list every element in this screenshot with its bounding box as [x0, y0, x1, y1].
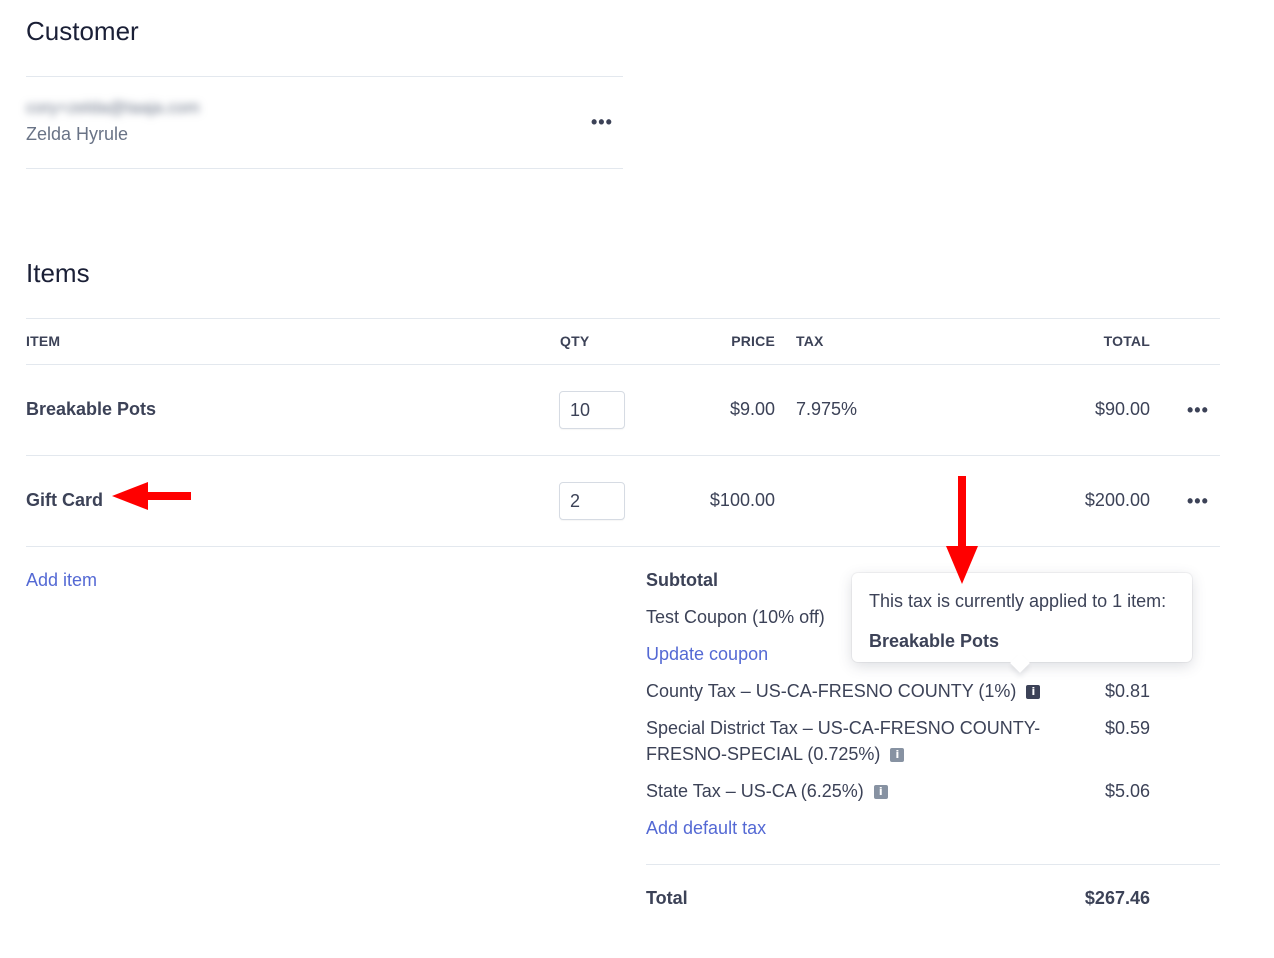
line-item-more-button[interactable]: ••• — [1187, 401, 1209, 419]
items-header-divider — [26, 364, 1220, 365]
customer-name: Zelda Hyrule — [26, 124, 129, 144]
quantity-input[interactable] — [559, 391, 625, 429]
customer-divider-top — [26, 76, 623, 77]
line-item-tax: 7.975% — [796, 399, 858, 419]
items-divider-top — [26, 318, 1220, 319]
quantity-input[interactable] — [559, 482, 625, 520]
county-tax-amount: $0.81 — [1104, 681, 1150, 701]
state-tax-label: State Tax – US-CA (6.25%) — [646, 781, 864, 801]
left-arrow-icon — [112, 482, 191, 510]
county-tax-label: County Tax – US-CA-FRESNO COUNTY (1%) — [646, 681, 1017, 701]
special-district-tax-row: FRESNO-SPECIAL (0.725%) i — [646, 744, 905, 765]
column-header-total: TOTAL — [1103, 333, 1150, 349]
line-item-more-button[interactable]: ••• — [1187, 492, 1209, 510]
row-divider — [26, 455, 1220, 456]
state-tax-row: State Tax – US-CA (6.25%) i — [646, 781, 888, 802]
tooltip-item-name: Breakable Pots — [869, 631, 1000, 651]
info-icon[interactable]: i — [873, 785, 888, 799]
column-header-price: PRICE — [731, 333, 775, 349]
info-icon[interactable]: i — [890, 748, 905, 762]
add-item-link[interactable]: Add item — [26, 570, 97, 591]
summary-divider — [646, 864, 1220, 865]
column-header-item: ITEM — [26, 333, 61, 349]
special-district-tax-amount: $0.59 — [1104, 718, 1150, 738]
subtotal-label: Subtotal — [646, 570, 718, 590]
items-heading: Items — [26, 258, 90, 288]
total-value: $267.46 — [1084, 888, 1150, 908]
special-district-tax-label-line1: Special District Tax – US-CA-FRESNO COUN… — [646, 718, 1041, 738]
special-district-tax-label-line2: FRESNO-SPECIAL (0.725%) — [646, 744, 881, 764]
add-default-tax-link[interactable]: Add default tax — [646, 818, 766, 839]
items-divider-bottom — [26, 546, 1220, 547]
customer-heading: Customer — [26, 16, 139, 46]
line-item-name: Gift Card — [26, 490, 104, 510]
state-tax-amount: $5.06 — [1104, 781, 1150, 801]
line-item-total: $200.00 — [1084, 490, 1150, 510]
column-header-qty: QTY — [560, 333, 590, 349]
info-icon[interactable]: i — [1026, 685, 1041, 699]
line-item-price: $100.00 — [709, 490, 775, 510]
line-item-price: $9.00 — [729, 399, 775, 419]
customer-divider-bottom — [26, 168, 623, 169]
line-item-name: Breakable Pots — [26, 399, 157, 419]
customer-more-button[interactable]: ••• — [591, 113, 613, 131]
county-tax-row: County Tax – US-CA-FRESNO COUNTY (1%) i — [646, 681, 1041, 702]
column-header-tax: TAX — [796, 333, 824, 349]
tax-tooltip: This tax is currently applied to 1 item:… — [852, 573, 1192, 673]
down-arrow-icon — [946, 476, 978, 584]
customer-email: cory+zelda@taaja.com — [26, 98, 200, 117]
total-label: Total — [646, 888, 688, 908]
coupon-label: Test Coupon (10% off) — [646, 607, 825, 627]
tooltip-text: This tax is currently applied to 1 item: — [869, 591, 1167, 611]
tooltip-caret — [1010, 653, 1030, 673]
line-item-total: $90.00 — [1094, 399, 1150, 419]
update-coupon-link[interactable]: Update coupon — [646, 644, 768, 665]
